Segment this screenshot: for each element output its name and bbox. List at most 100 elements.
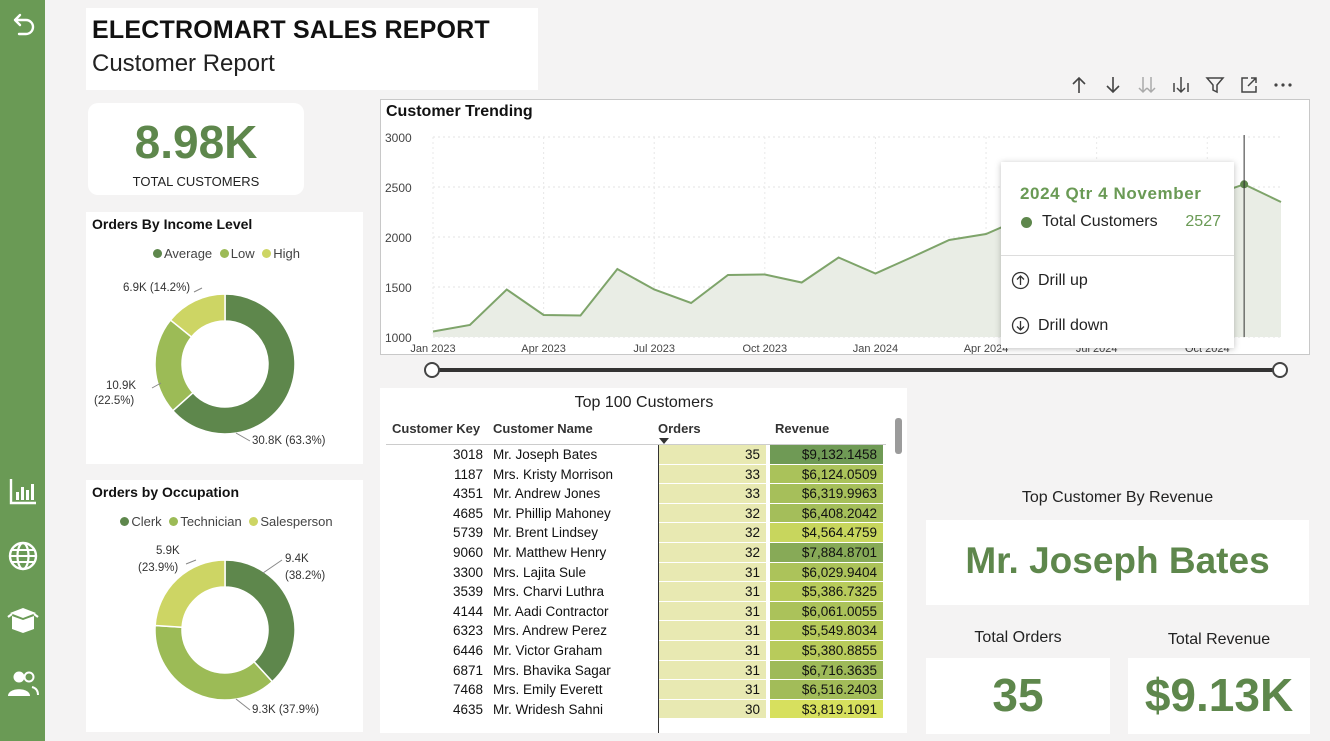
occupation-label-salesperson-value: 5.9K [156,545,180,557]
slider-handle-end[interactable] [1272,362,1288,378]
cell-customer-key: 3300 [452,564,483,580]
cell-revenue: $4,564.4759 [770,523,883,543]
slider-handle-start[interactable] [424,362,440,378]
bar-chart-icon[interactable] [5,473,40,508]
cell-customer-name: Mrs. Lajita Sule [493,564,587,580]
total-orders-card[interactable]: 35 [926,658,1110,734]
table-row[interactable]: 4685 Mr. Phillip Mahoney 32 $6,408.2042 [380,503,890,524]
cell-orders: 32 [658,503,766,524]
cell-orders: 31 [658,601,766,622]
income-label-low-value: 10.9K [106,380,137,392]
cell-customer-key: 3539 [452,584,483,600]
more-options-icon[interactable] [1266,70,1300,100]
cell-orders: 31 [658,621,766,641]
table-row[interactable]: 6323 Mrs. Andrew Perez 31 $5,549.8034 [380,621,890,641]
date-range-slider[interactable] [432,368,1280,372]
globe-icon[interactable] [5,538,40,573]
table-title: Top 100 Customers [574,394,714,411]
total-revenue-card[interactable]: $9.13K [1128,658,1310,734]
total-orders-value: 35 [992,669,1044,721]
box-icon[interactable] [5,602,40,637]
cell-customer-name: Mrs. Kristy Morrison [493,466,614,482]
cell-orders: 31 [658,562,766,583]
cell-orders: 30 [658,699,766,720]
cell-orders: 31 [658,660,766,681]
tooltip-header: 2024 Qtr 4 November [1020,184,1202,203]
cell-orders: 31 [658,641,766,661]
cell-revenue: $3,819.1091 [770,699,883,720]
top-customers-table[interactable]: Top 100 Customers Customer Key Customer … [380,388,907,733]
occupation-card[interactable]: Orders by Occupation Clerk Technician Sa… [86,480,363,732]
cell-revenue: $5,386.7325 [770,582,883,602]
leader-line [235,698,251,711]
table-row[interactable]: 9060 Mr. Matthew Henry 32 $7,884.8701 [380,543,890,563]
cell-customer-name: Mr. Aadi Contractor [493,603,609,619]
total-customers-card[interactable]: 8.98K TOTAL CUSTOMERS [88,103,304,195]
cell-customer-name: Mr. Brent Lindsey [493,525,599,541]
expand-hierarchy-icon[interactable] [1164,70,1198,100]
income-label-average: 30.8K (63.3%) [252,435,326,447]
col-header-customer-name[interactable]: Customer Name [493,421,593,436]
cell-customer-key: 4351 [452,486,483,502]
leader-line [235,432,251,442]
income-donut-chart[interactable] [86,212,363,464]
income-level-card[interactable]: Orders By Income Level Average Low High … [86,212,363,464]
leader-line [185,559,197,565]
cell-customer-name: Mr. Victor Graham [493,643,603,658]
drill-down-menu-item[interactable]: Drill down [1011,316,1108,335]
report-header: ELECTROMART SALES REPORT Customer Report [86,8,538,90]
table-row[interactable]: 4144 Mr. Aadi Contractor 31 $6,061.0055 [380,601,890,622]
table-row[interactable]: 4635 Mr. Wridesh Sahni 30 $3,819.1091 [380,699,890,720]
cell-orders: 33 [658,484,766,504]
occupation-donut-chart[interactable] [86,480,363,732]
donut-slice-technician[interactable] [154,624,274,701]
table-row[interactable]: 3018 Mr. Joseph Bates 35 $9,132.1458 [380,445,890,465]
cell-revenue: $6,029.9404 [770,562,883,583]
tooltip-row: Total Customers 2527 [1021,213,1221,231]
x-tick-label: Oct 2023 [743,343,788,354]
table-row[interactable]: 4351 Mr. Andrew Jones 33 $6,319.9963 [380,484,890,504]
drill-up-menu-item[interactable]: Drill up [1011,271,1088,290]
table-row[interactable]: 1187 Mrs. Kristy Morrison 33 $6,124.0509 [380,464,890,485]
table-row[interactable]: 3539 Mrs. Charvi Luthra 31 $5,386.7325 [380,582,890,602]
col-header-orders[interactable]: Orders [658,421,701,436]
x-tick-label: Jan 2024 [853,343,898,354]
income-label-low-pct: (22.5%) [94,395,135,407]
table-row[interactable]: 3300 Mrs. Lajita Sule 31 $6,029.9404 [380,562,890,583]
table-row[interactable]: 5739 Mr. Brent Lindsey 32 $4,564.4759 [380,523,890,543]
cell-revenue: $6,124.0509 [770,464,883,485]
cell-customer-name: Mrs. Andrew Perez [493,623,608,639]
cell-customer-key: 5739 [452,525,483,541]
cell-revenue: $6,319.9963 [770,484,883,504]
cell-customer-name: Mrs. Bhavika Sagar [493,662,611,678]
drill-up-arrow-icon[interactable] [1062,70,1096,100]
drill-down-arrow-icon[interactable] [1096,70,1130,100]
table-row[interactable]: 6446 Mr. Victor Graham 31 $5,380.8855 [380,641,890,661]
tooltip-divider [1001,255,1234,256]
cell-customer-key: 4144 [452,603,483,619]
cell-revenue: $6,516.2403 [770,680,883,700]
cell-revenue: $5,380.8855 [770,641,883,661]
table-row[interactable]: 6871 Mrs. Bhavika Sagar 31 $6,716.3635 [380,660,890,681]
table-scrollbar[interactable] [895,418,902,454]
cell-customer-name: Mr. Wridesh Sahni [493,701,604,717]
back-arrow-icon[interactable] [5,6,40,41]
next-level-icon[interactable] [1130,70,1164,100]
total-orders-label: Total Orders [974,629,1062,646]
report-title: ELECTROMART SALES REPORT [92,16,490,44]
total-customers-label: TOTAL CUSTOMERS [132,174,260,189]
top-customer-label: Top Customer By Revenue [1021,489,1214,506]
users-icon[interactable] [5,665,40,700]
col-header-revenue[interactable]: Revenue [775,421,829,436]
filter-icon[interactable] [1198,70,1232,100]
focus-mode-icon[interactable] [1232,70,1266,100]
cell-customer-key: 7468 [452,682,483,698]
cell-customer-key: 3018 [452,447,483,462]
cell-orders: 31 [658,582,766,602]
col-header-customer-key[interactable]: Customer Key [392,421,480,436]
occupation-label-clerk-value: 9.4K [285,553,309,565]
cell-customer-key: 6871 [452,662,483,678]
table-row[interactable]: 7468 Mrs. Emily Everett 31 $6,516.2403 [380,680,890,700]
chart-tooltip: 2024 Qtr 4 November Total Customers 2527… [1001,162,1234,348]
top-customer-card[interactable]: Mr. Joseph Bates [926,520,1309,605]
